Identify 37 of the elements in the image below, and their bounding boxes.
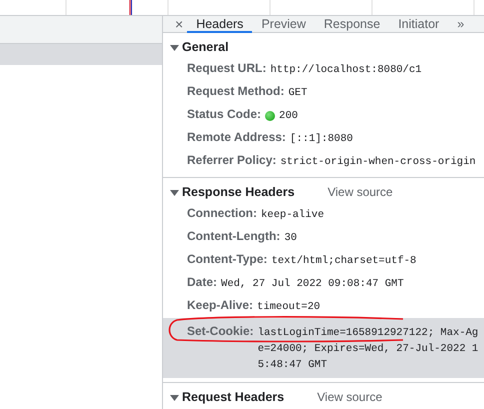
tab[interactable]: Initiator <box>389 16 448 33</box>
header-value: lastLoginTime=1658912927122; Max-Age=24000; Expires=Wed, 27-Jul-2022 15:48:47 GMT <box>258 326 480 373</box>
expand-triangle-icon[interactable] <box>170 42 179 52</box>
header-value: [::1]:8080 <box>290 132 354 147</box>
tab[interactable]: Response <box>314 16 390 33</box>
expand-triangle-icon[interactable] <box>170 188 179 196</box>
header-name: Connection: <box>187 205 257 222</box>
close-button[interactable]: × <box>171 16 188 32</box>
header-value: strict-origin-when-cross-origin <box>280 155 477 170</box>
header-value: timeout=20 <box>257 300 322 315</box>
header-name: Request URL: <box>187 60 266 77</box>
header-value: GET <box>288 86 308 101</box>
header-name: Status Code: <box>187 106 262 123</box>
tab[interactable]: Preview <box>252 16 315 33</box>
header-name: Set-Cookie: <box>187 323 254 339</box>
header-value: http://localhost:8080/c1 <box>270 63 423 78</box>
header-value: 200 <box>279 109 299 124</box>
header-value: text/html;charset=utf-8 <box>271 254 418 269</box>
status-ok-icon <box>265 110 276 120</box>
tab[interactable]: Headers <box>187 16 252 33</box>
header-value: 30 <box>284 231 298 246</box>
header-name: Referrer Policy: <box>187 152 276 169</box>
header-name: Request Method: <box>187 83 284 100</box>
expand-triangle-icon[interactable] <box>170 392 179 402</box>
section-title[interactable]: Response Headers <box>182 185 295 199</box>
view-source-link[interactable]: View source <box>328 185 393 199</box>
header-name: Keep-Alive: <box>187 297 254 314</box>
section-title[interactable]: Request Headers <box>182 390 284 404</box>
header-value: Wed, 27 Jul 2022 09:08:47 GMT <box>221 277 405 292</box>
more-tabs-button[interactable]: » <box>448 16 474 32</box>
view-source-link[interactable]: View source <box>317 390 382 404</box>
header-name: Date: <box>187 274 218 291</box>
header-value: keep-alive <box>261 208 326 223</box>
header-name: Remote Address: <box>187 129 286 146</box>
header-name: Content-Length: <box>187 228 280 245</box>
section-title[interactable]: General <box>182 40 229 54</box>
header-name: Content-Type: <box>187 251 268 268</box>
